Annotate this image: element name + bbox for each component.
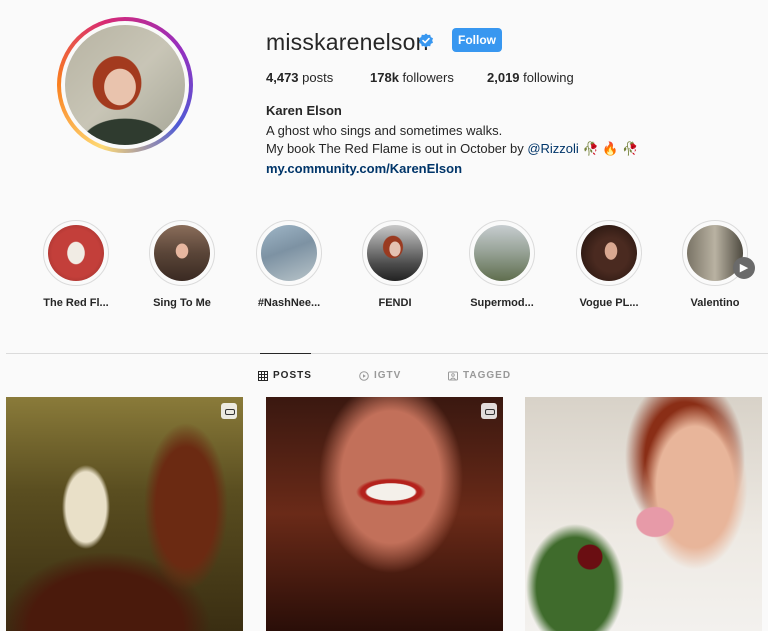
bio-emojis: 🥀 🔥 🥀 xyxy=(582,141,639,156)
highlight-ring xyxy=(149,220,215,286)
tag-icon xyxy=(448,371,458,380)
grid-icon xyxy=(258,370,268,381)
avatar-border xyxy=(61,21,189,149)
mention-link[interactable]: @Rizzoli xyxy=(527,141,578,156)
bio-line: A ghost who sings and sometimes walks. xyxy=(266,123,503,138)
highlight-ring xyxy=(43,220,109,286)
post-thumbnail[interactable] xyxy=(6,397,243,631)
highlight-label: FENDI xyxy=(378,297,412,309)
bio-line: My book The Red Flame is out in October … xyxy=(266,140,638,158)
highlight-label: #NashNee... xyxy=(257,297,321,309)
full-name: Karen Elson xyxy=(266,103,342,118)
highlight-cover xyxy=(261,225,317,281)
follow-button[interactable]: Follow xyxy=(452,28,502,52)
followers-label: followers xyxy=(402,70,454,85)
highlight-ring xyxy=(362,220,428,286)
highlight-ring xyxy=(576,220,642,286)
tab-igtv[interactable]: IGTV xyxy=(359,370,401,381)
section-divider xyxy=(6,353,768,354)
verified-badge-icon xyxy=(419,33,433,48)
post-thumbnail[interactable] xyxy=(525,397,762,631)
profile-website-link[interactable]: my.community.com/KarenElson xyxy=(266,161,462,176)
tab-posts[interactable]: POSTS xyxy=(258,370,312,381)
igtv-icon xyxy=(359,370,369,381)
post-thumbnail[interactable] xyxy=(266,397,503,631)
followers-count: 178k xyxy=(370,70,399,85)
highlight-label: Vogue PL... xyxy=(579,297,639,309)
tab-igtv-label: IGTV xyxy=(374,370,402,381)
tab-posts-label: POSTS xyxy=(273,370,312,381)
highlight-cover xyxy=(154,225,210,281)
following-count: 2,019 xyxy=(487,70,520,85)
tab-tagged-label: TAGGED xyxy=(463,370,512,381)
highlight-ring xyxy=(469,220,535,286)
carousel-icon xyxy=(221,403,237,419)
following-label: following xyxy=(523,70,574,85)
avatar-photo xyxy=(65,25,185,145)
bio-text: My book The Red Flame is out in October … xyxy=(266,141,528,156)
highlight-label: Sing To Me xyxy=(153,297,211,309)
highlight-label: Supermod... xyxy=(470,297,534,309)
stat-followers[interactable]: 178k followers xyxy=(370,70,454,85)
stat-following[interactable]: 2,019 following xyxy=(487,70,574,85)
highlight-label: The Red Fl... xyxy=(43,297,109,309)
profile-avatar[interactable] xyxy=(57,17,193,153)
highlight-cover xyxy=(367,225,423,281)
tab-tagged[interactable]: TAGGED xyxy=(448,370,511,381)
highlight-cover xyxy=(581,225,637,281)
posts-count: 4,473 xyxy=(266,70,299,85)
highlight-ring xyxy=(256,220,322,286)
highlight-cover xyxy=(48,225,104,281)
highlight-cover xyxy=(474,225,530,281)
active-tab-indicator xyxy=(260,353,311,354)
carousel-icon xyxy=(481,403,497,419)
profile-username: misskarenelson xyxy=(266,29,429,55)
highlight-label: Valentino xyxy=(690,297,740,309)
chevron-right-icon[interactable]: ▶ xyxy=(733,257,755,279)
stat-posts: 4,473 posts xyxy=(266,70,333,85)
posts-label: posts xyxy=(302,70,334,85)
